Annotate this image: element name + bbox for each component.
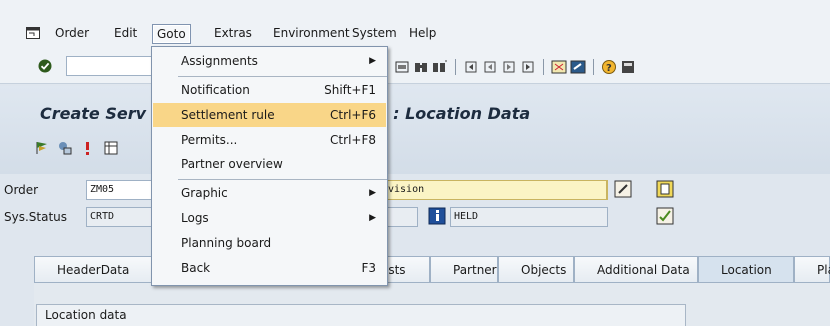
- document-copy-icon[interactable]: [656, 180, 674, 198]
- status-change-icon[interactable]: [656, 207, 674, 225]
- tab-location[interactable]: Location: [698, 256, 794, 282]
- print-icon[interactable]: [394, 60, 410, 74]
- order-label: Order: [4, 183, 39, 197]
- user-status-field: HELD: [450, 207, 608, 227]
- tab-headerdata[interactable]: HeaderData: [34, 256, 152, 282]
- menu-item-shortcut: F3: [361, 261, 376, 275]
- menu-item-partner-overview[interactable]: Partner overview: [153, 152, 386, 176]
- tab-additional-data[interactable]: Additional Data: [574, 256, 698, 282]
- order-number-field[interactable]: ZM05: [86, 180, 152, 200]
- menu-separator: [178, 179, 387, 180]
- order-description-field[interactable]: vision: [384, 180, 608, 200]
- last-page-icon[interactable]: [520, 60, 536, 74]
- menu-item-shortcut: Shift+F1: [324, 83, 376, 97]
- menu-item-label: Graphic: [181, 186, 228, 200]
- submenu-arrow-icon: ▶: [369, 188, 376, 198]
- info-icon[interactable]: [80, 140, 96, 156]
- menu-item-graphic[interactable]: Graphic ▶: [153, 181, 386, 205]
- menu-item-shortcut: Ctrl+F8: [330, 133, 376, 147]
- find-icon[interactable]: [413, 60, 429, 74]
- shortcut-icon[interactable]: [570, 60, 586, 74]
- object-icon[interactable]: [57, 140, 73, 156]
- menu-item-label: Logs: [181, 211, 209, 225]
- enter-check-icon[interactable]: [38, 59, 52, 73]
- menu-order[interactable]: Order: [51, 24, 93, 44]
- menu-bar: Order Edit Goto Extras Environment Syste…: [0, 0, 830, 48]
- menu-item-assignments[interactable]: Assignments ▶: [153, 49, 386, 73]
- layout-menu-icon[interactable]: [620, 60, 636, 74]
- previous-page-icon[interactable]: [482, 60, 498, 74]
- toolbar-separator: [455, 59, 456, 75]
- menu-item-back[interactable]: Back F3: [153, 256, 386, 280]
- menu-item-logs[interactable]: Logs ▶: [153, 206, 386, 230]
- menu-system[interactable]: System: [348, 24, 401, 44]
- tab-objects[interactable]: Objects: [498, 256, 574, 282]
- find-next-icon[interactable]: [432, 60, 448, 74]
- menu-item-label: Planning board: [181, 236, 272, 250]
- submenu-arrow-icon: ▶: [369, 213, 376, 223]
- help-icon[interactable]: ?: [601, 60, 617, 74]
- toolbar-separator: [543, 59, 544, 75]
- toolbar-separator: [593, 59, 594, 75]
- toolbar-icons: ?: [394, 59, 636, 75]
- command-field[interactable]: [66, 56, 154, 76]
- new-session-icon[interactable]: [551, 60, 567, 74]
- menu-edit[interactable]: Edit: [110, 24, 141, 44]
- svg-text:?: ?: [606, 63, 612, 74]
- status-info-icon[interactable]: [428, 207, 446, 225]
- menu-item-label: Notification: [181, 83, 250, 97]
- title-area: [0, 86, 830, 174]
- menu-item-shortcut: Ctrl+F6: [330, 108, 376, 122]
- submenu-arrow-icon: ▶: [369, 56, 376, 66]
- menu-goto[interactable]: Goto: [152, 24, 191, 44]
- sys-status-label: Sys.Status: [4, 210, 68, 224]
- menu-item-label: Assignments: [181, 54, 258, 68]
- menu-item-label: Settlement rule: [181, 108, 275, 122]
- goto-dropdown-menu: Assignments ▶ Notification Shift+F1 Sett…: [151, 46, 388, 286]
- next-page-icon[interactable]: [501, 60, 517, 74]
- menu-item-permits[interactable]: Permits... Ctrl+F8: [153, 128, 386, 152]
- location-data-group: Location data: [36, 304, 686, 326]
- tab-partner[interactable]: Partner: [430, 256, 498, 282]
- menu-item-notification[interactable]: Notification Shift+F1: [153, 78, 386, 102]
- menu-item-planning-board[interactable]: Planning board: [153, 231, 386, 255]
- menu-separator: [178, 76, 387, 77]
- menu-environment[interactable]: Environment: [269, 24, 354, 44]
- page-title-start: Create Serv: [40, 104, 147, 123]
- standard-toolbar: ?: [0, 48, 830, 84]
- document-icon[interactable]: [103, 140, 119, 156]
- menu-item-settlement-rule[interactable]: Settlement rule Ctrl+F6: [153, 103, 386, 127]
- status-spacer-field: [384, 207, 418, 227]
- menu-help[interactable]: Help: [405, 24, 440, 44]
- location-data-group-title: Location data: [45, 308, 127, 322]
- tab-planning[interactable]: Pla: [794, 256, 830, 282]
- menu-item-label: Partner overview: [181, 157, 283, 171]
- application-toolbar: [34, 140, 433, 293]
- long-text-edit-icon[interactable]: [614, 180, 632, 198]
- flag-icon[interactable]: [34, 140, 50, 156]
- menu-item-label: Permits...: [181, 133, 238, 147]
- system-status-field: CRTD: [86, 207, 152, 227]
- menu-extras[interactable]: Extras: [210, 24, 256, 44]
- system-menu-icon[interactable]: [26, 27, 40, 39]
- first-page-icon[interactable]: [463, 60, 479, 74]
- menu-item-label: Back: [181, 261, 211, 275]
